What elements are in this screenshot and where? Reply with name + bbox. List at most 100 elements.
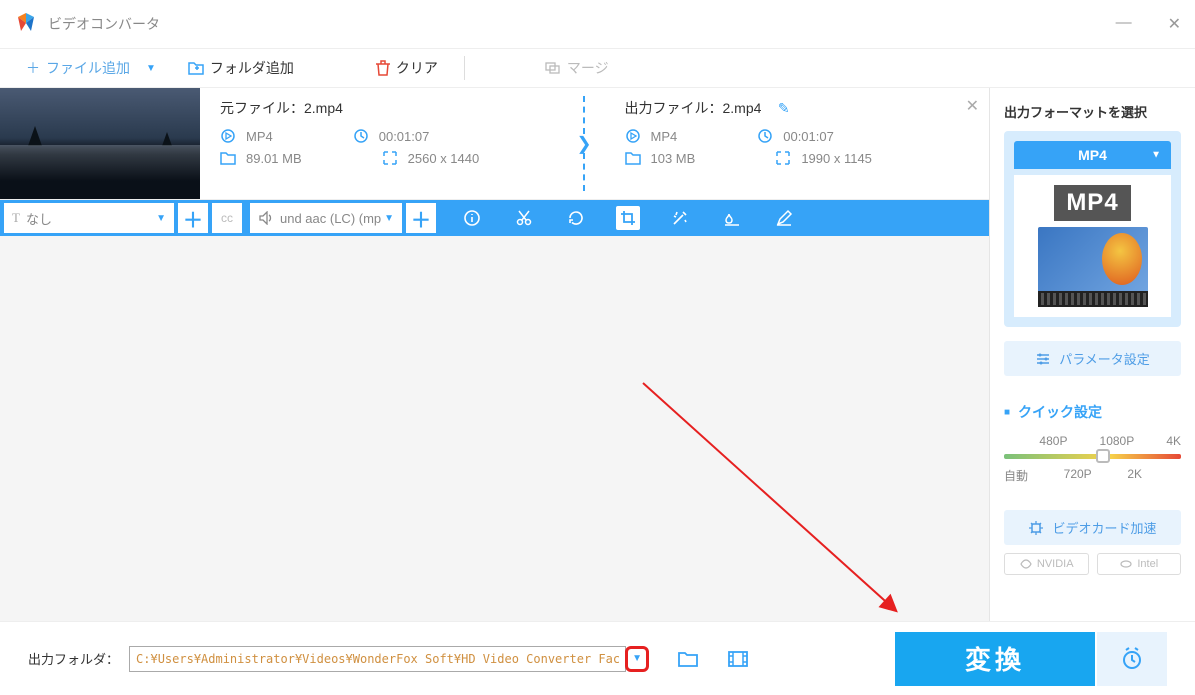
merge-icon <box>545 61 561 75</box>
audio-track-select[interactable]: und aac (LC) (mp ▼ <box>250 203 402 233</box>
right-sidebar: 出力フォーマットを選択 MP4 ▼ MP4 パラメータ設定 クイック設定 . 4… <box>990 88 1195 621</box>
remove-file-icon[interactable]: ✕ <box>966 96 979 116</box>
nvidia-badge: NVIDIA <box>1004 553 1089 575</box>
output-format: MP4 <box>651 129 678 144</box>
output-file-name: 2.mp4 <box>723 100 762 116</box>
output-file-label: 出力ファイル： <box>625 100 723 116</box>
clear-button[interactable]: クリア <box>370 54 444 82</box>
quality-slider[interactable] <box>1004 454 1181 459</box>
cc-button[interactable]: cc <box>212 203 242 233</box>
edit-filename-icon[interactable]: ✎ <box>778 100 790 116</box>
gpu-accel-button[interactable]: ビデオカード加速 <box>1004 510 1181 545</box>
folder-icon <box>220 151 238 165</box>
chevron-down-icon[interactable]: ▼ <box>146 63 156 74</box>
merge-button[interactable]: マージ <box>545 58 609 78</box>
add-folder-label: フォルダ追加 <box>210 58 294 78</box>
quality-label: 4K <box>1166 434 1181 448</box>
trash-icon <box>376 60 390 76</box>
source-resolution: 2560 x 1440 <box>408 151 480 166</box>
convert-button[interactable]: 変換 <box>895 632 1095 686</box>
app-title: ビデオコンバータ <box>48 14 160 34</box>
edit-icon[interactable] <box>772 206 796 230</box>
clear-label: クリア <box>396 58 438 78</box>
add-subtitle-button[interactable]: ＋ <box>178 203 208 233</box>
chevron-down-icon: ▼ <box>1151 150 1161 161</box>
top-toolbar: ＋ ファイル追加 ▼ フォルダ追加 クリア マージ <box>0 48 1195 88</box>
output-file-column: ✕ 出力ファイル：2.mp4 ✎ MP4 00:01:07 103 MB 199… <box>595 88 990 199</box>
minimize-icon[interactable]: — <box>1116 14 1132 34</box>
plus-icon: ＋ <box>26 58 40 78</box>
format-select-label: MP4 <box>1078 147 1107 163</box>
info-icon[interactable] <box>460 206 484 230</box>
subtitle-select[interactable]: T なし ▼ <box>4 203 174 233</box>
source-file-label: 元ファイル： <box>220 100 304 116</box>
item-controls-bar: T なし ▼ ＋ cc und aac (LC) (mp ▼ ＋ <box>0 200 989 236</box>
add-folder-button[interactable]: フォルダ追加 <box>182 54 300 82</box>
video-thumbnail[interactable] <box>0 88 200 199</box>
output-size: 103 MB <box>651 151 696 166</box>
quality-labels-bottom: 自動 720P 2K . <box>1004 467 1181 484</box>
effects-icon[interactable] <box>668 206 692 230</box>
cut-icon[interactable] <box>512 206 536 230</box>
chevron-down-icon: ▼ <box>156 213 166 224</box>
merge-label: マージ <box>567 58 609 78</box>
source-file-name: 2.mp4 <box>304 100 343 116</box>
quality-label: 1080P <box>1100 434 1135 448</box>
audio-icon <box>258 211 274 225</box>
quality-labels-top: . 480P 1080P 4K <box>1004 434 1181 448</box>
add-file-button[interactable]: ＋ ファイル追加 ▼ <box>20 54 162 82</box>
output-resolution: 1990 x 1145 <box>801 151 872 166</box>
open-folder-icon[interactable] <box>677 650 699 668</box>
format-icon <box>625 128 643 144</box>
file-list-empty-area <box>0 236 989 621</box>
rotate-icon[interactable] <box>564 206 588 230</box>
quality-label: 自動 <box>1004 467 1028 484</box>
crop-icon[interactable] <box>616 206 640 230</box>
clock-icon <box>353 128 371 144</box>
toolbar-separator <box>464 56 465 80</box>
resolution-icon <box>382 150 400 166</box>
source-file-column: 元ファイル：2.mp4 MP4 00:01:07 89.01 MB 2560 x… <box>200 88 595 199</box>
output-folder-label: 出力フォルダ： <box>28 649 119 668</box>
quick-settings-label: クイック設定 <box>1018 402 1102 422</box>
parameter-settings-button[interactable]: パラメータ設定 <box>1004 341 1181 376</box>
close-icon[interactable]: ✕ <box>1168 14 1181 34</box>
format-icon <box>220 128 238 144</box>
chevron-down-icon: ▼ <box>632 653 642 664</box>
quick-settings-title: クイック設定 <box>1004 402 1181 422</box>
convert-label: 変換 <box>965 640 1025 677</box>
subtitle-prefix-icon: T <box>12 210 20 226</box>
format-badge: MP4 <box>1054 185 1130 221</box>
output-folder-input[interactable] <box>129 646 626 672</box>
intel-badge: Intel <box>1097 553 1182 575</box>
slider-handle[interactable] <box>1096 449 1110 463</box>
chevron-down-icon: ▼ <box>384 213 394 224</box>
source-size: 89.01 MB <box>246 151 302 166</box>
vendor-label: Intel <box>1137 558 1158 570</box>
watermark-icon[interactable] <box>720 206 744 230</box>
format-select-button[interactable]: MP4 ▼ <box>1014 141 1171 169</box>
folder-plus-icon <box>188 61 204 75</box>
vendor-label: NVIDIA <box>1037 558 1074 570</box>
format-preview-image: MP4 <box>1014 175 1171 317</box>
output-format-title: 出力フォーマットを選択 <box>1004 102 1181 121</box>
quality-label: 2K <box>1127 467 1142 484</box>
schedule-button[interactable] <box>1097 632 1167 686</box>
add-audio-button[interactable]: ＋ <box>406 203 436 233</box>
output-duration: 00:01:07 <box>783 129 834 144</box>
settings-icon <box>1035 352 1051 366</box>
chip-icon <box>1028 520 1044 536</box>
title-bar: ビデオコンバータ — ✕ <box>0 0 1195 48</box>
clock-icon <box>757 128 775 144</box>
bottom-bar: 出力フォルダ： ▼ 変換 <box>0 621 1195 695</box>
source-format: MP4 <box>246 129 273 144</box>
film-icon[interactable] <box>727 650 749 668</box>
resolution-icon <box>775 150 793 166</box>
quality-label: 720P <box>1064 467 1092 484</box>
subtitle-option: なし <box>26 209 52 228</box>
app-logo-icon <box>14 12 38 36</box>
output-folder-dropdown[interactable]: ▼ <box>625 646 649 672</box>
audio-option: und aac (LC) (mp <box>280 211 381 226</box>
gpu-accel-label: ビデオカード加速 <box>1052 518 1156 537</box>
file-item: 元ファイル：2.mp4 MP4 00:01:07 89.01 MB 2560 x… <box>0 88 989 200</box>
